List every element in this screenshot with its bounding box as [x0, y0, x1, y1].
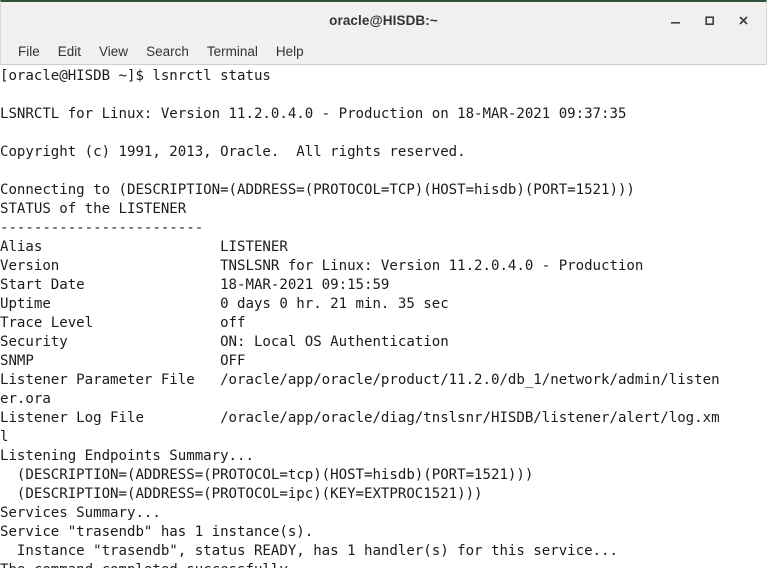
terminal-line: Listener Parameter File /oracle/app/orac…	[0, 372, 720, 388]
terminal-line: er.ora	[0, 391, 51, 407]
terminal-line: l	[0, 429, 9, 445]
terminal-line: (DESCRIPTION=(ADDRESS=(PROTOCOL=tcp)(HOS…	[0, 467, 534, 483]
menu-item-view[interactable]: View	[90, 41, 137, 62]
terminal-line: Security ON: Local OS Authentication	[0, 334, 449, 350]
maximize-button[interactable]	[692, 5, 726, 35]
terminal-line: Version TNSLSNR for Linux: Version 11.2.…	[0, 258, 644, 274]
menu-item-search[interactable]: Search	[137, 41, 198, 62]
terminal-line: (DESCRIPTION=(ADDRESS=(PROTOCOL=ipc)(KEY…	[0, 486, 483, 502]
menu-bar: File Edit View Search Terminal Help	[0, 38, 767, 65]
terminal-line: Connecting to (DESCRIPTION=(ADDRESS=(PRO…	[0, 182, 635, 198]
terminal-line: Service "trasendb" has 1 instance(s).	[0, 524, 314, 540]
window-title: oracle@HISDB:~	[329, 12, 438, 28]
terminal-line: [oracle@HISDB ~]$ lsnrctl status	[0, 68, 271, 84]
terminal-line: ------------------------	[0, 220, 204, 236]
close-icon	[737, 14, 750, 27]
menu-item-file[interactable]: File	[9, 41, 49, 62]
maximize-icon	[703, 14, 716, 27]
terminal-line: Services Summary...	[0, 505, 161, 521]
terminal-line: Trace Level off	[0, 315, 246, 331]
minimize-icon	[669, 14, 682, 27]
terminal-line: SNMP OFF	[0, 353, 246, 369]
menu-item-edit[interactable]: Edit	[49, 41, 90, 62]
terminal-line: LSNRCTL for Linux: Version 11.2.0.4.0 - …	[0, 106, 627, 122]
terminal-line: Start Date 18-MAR-2021 09:15:59	[0, 277, 390, 293]
close-button[interactable]	[726, 5, 760, 35]
terminal-window: oracle@HISDB:~ File Edit View Search Ter…	[0, 0, 767, 568]
terminal-line: Listening Endpoints Summary...	[0, 448, 254, 464]
window-controls	[658, 5, 766, 35]
terminal-line: Uptime 0 days 0 hr. 21 min. 35 sec	[0, 296, 449, 312]
terminal-line: The command completed successfully	[0, 561, 767, 568]
terminal-line: Instance "trasendb", status READY, has 1…	[0, 543, 618, 559]
terminal-line: Alias LISTENER	[0, 239, 288, 255]
terminal-line: Listener Log File /oracle/app/oracle/dia…	[0, 410, 720, 426]
terminal-line: STATUS of the LISTENER	[0, 201, 187, 217]
title-bar[interactable]: oracle@HISDB:~	[0, 0, 767, 38]
terminal-content-area[interactable]: [oracle@HISDB ~]$ lsnrctl status LSNRCTL …	[0, 65, 767, 568]
menu-item-terminal[interactable]: Terminal	[198, 41, 267, 62]
terminal-line: Copyright (c) 1991, 2013, Oracle. All ri…	[0, 144, 466, 160]
minimize-button[interactable]	[658, 5, 692, 35]
terminal-output: [oracle@HISDB ~]$ lsnrctl status LSNRCTL …	[0, 65, 767, 568]
menu-item-help[interactable]: Help	[267, 41, 313, 62]
